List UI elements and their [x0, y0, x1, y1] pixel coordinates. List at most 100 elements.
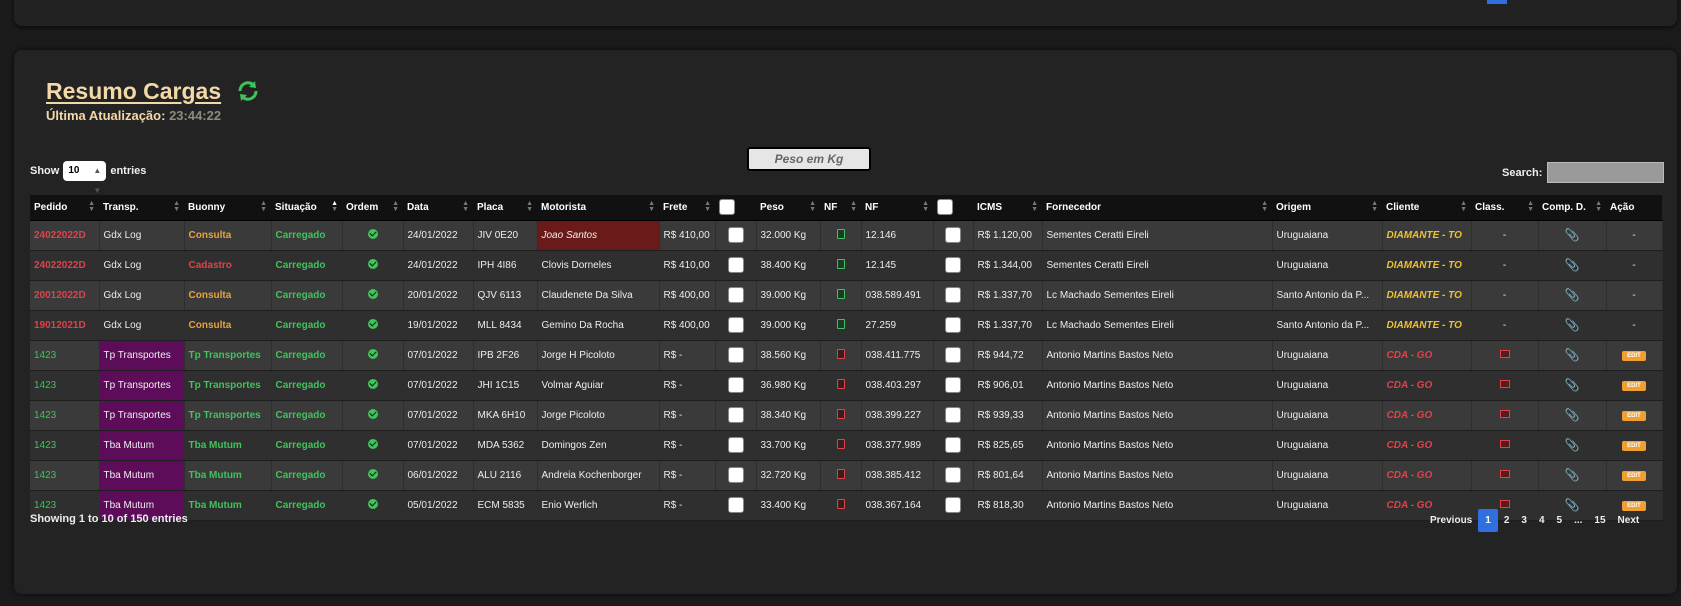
cell-check-2[interactable] [933, 460, 974, 491]
file-icon[interactable] [836, 408, 845, 419]
row-checkbox[interactable] [727, 287, 744, 303]
row-checkbox[interactable] [945, 287, 961, 303]
cell-check-1[interactable] [715, 250, 757, 281]
cell-nf-icon[interactable] [820, 340, 862, 371]
row-checkbox[interactable] [727, 377, 744, 393]
file-icon[interactable] [836, 288, 845, 299]
page-button[interactable]: 1 [1478, 509, 1498, 532]
row-checkbox[interactable] [945, 317, 961, 333]
cell-buonny[interactable]: Tp Transportes [184, 340, 272, 371]
cell-comp[interactable]: 📎 [1538, 280, 1607, 311]
row-checkbox[interactable] [727, 467, 744, 483]
edit-button[interactable]: EDIT [1622, 441, 1646, 451]
column-header-16[interactable]: Origem ▲ ▼ [1272, 195, 1382, 221]
cell-nf-icon[interactable] [820, 310, 862, 341]
cell-check-1[interactable] [715, 370, 757, 401]
row-checkbox[interactable] [945, 227, 961, 243]
edit-button[interactable]: EDIT [1622, 381, 1646, 391]
sort-icon[interactable]: ▲ ▼ [392, 200, 399, 213]
entries-select[interactable]: 10 ▲ ▼ [63, 161, 107, 195]
column-header-10[interactable]: Peso ▲ ▼ [756, 195, 820, 221]
sort-icon[interactable]: ▲ ▼ [1371, 200, 1378, 213]
sort-icon[interactable]: ▲ ▼ [1460, 200, 1467, 213]
row-checkbox[interactable] [727, 257, 744, 273]
cell-comp[interactable]: 📎 [1538, 250, 1607, 281]
column-header-0[interactable]: Pedido ▲ ▼ [30, 195, 99, 221]
sort-icon[interactable]: ▲ ▼ [1527, 200, 1534, 213]
cell-buonny[interactable]: Consulta [184, 220, 272, 251]
column-header-3[interactable]: Situação ▲ ▼ [271, 195, 342, 221]
table-icon[interactable] [1499, 439, 1510, 448]
cell-nf-icon[interactable] [820, 370, 862, 401]
cell-buonny[interactable]: Tp Transportes [184, 400, 272, 431]
table-icon[interactable] [1499, 469, 1510, 478]
file-icon[interactable] [836, 228, 845, 239]
select-all-checkbox[interactable] [719, 199, 735, 216]
column-header-4[interactable]: Ordem ▲ ▼ [342, 195, 403, 221]
search-input[interactable] [1547, 162, 1665, 183]
cell-check-2[interactable] [933, 490, 974, 521]
column-header-17[interactable]: Cliente ▲ ▼ [1382, 195, 1471, 221]
sort-icon[interactable]: ▲ ▼ [648, 200, 655, 213]
column-header-1[interactable]: Transp. ▲ ▼ [99, 195, 184, 221]
cell-nf-icon[interactable] [820, 400, 862, 431]
sort-icon[interactable]: ▲ ▼ [331, 200, 338, 213]
sort-icon[interactable]: ▲ ▼ [173, 200, 180, 213]
row-checkbox[interactable] [727, 497, 744, 513]
cell-check-1[interactable] [715, 430, 757, 461]
edit-button[interactable]: EDIT [1622, 411, 1646, 421]
sort-icon[interactable]: ▲ ▼ [809, 200, 816, 213]
row-checkbox[interactable] [727, 407, 744, 423]
column-header-5[interactable]: Data ▲ ▼ [403, 195, 473, 221]
column-header-7[interactable]: Motorista ▲ ▼ [537, 195, 659, 221]
next-page-button[interactable]: Next [1612, 509, 1646, 532]
column-header-19[interactable]: Comp. D. ▲ ▼ [1538, 195, 1606, 221]
top-pagination-indicator[interactable] [1487, 0, 1507, 4]
cell-class[interactable] [1471, 340, 1539, 371]
page-button[interactable]: 5 [1551, 509, 1569, 532]
cell-pedido[interactable]: 1423 [30, 370, 100, 401]
file-icon[interactable] [836, 258, 845, 269]
previous-page-button[interactable]: Previous [1424, 509, 1478, 532]
paperclip-icon[interactable]: 📎 [1565, 408, 1580, 422]
sort-icon[interactable]: ▲ ▼ [850, 200, 857, 213]
cell-pedido[interactable]: 24022022D [30, 220, 100, 251]
cell-buonny[interactable]: Tba Mutum [184, 430, 272, 461]
cell-acao[interactable]: EDIT [1606, 400, 1663, 431]
cell-pedido[interactable]: 20012022D [30, 280, 100, 311]
file-icon[interactable] [836, 468, 845, 479]
row-checkbox[interactable] [945, 257, 961, 273]
column-header-9[interactable] [715, 195, 756, 221]
cell-pedido[interactable]: 1423 [30, 340, 100, 371]
cell-nf-icon[interactable] [820, 430, 862, 461]
refresh-icon[interactable] [236, 79, 260, 103]
file-icon[interactable] [836, 348, 845, 359]
row-checkbox[interactable] [945, 347, 961, 363]
cell-check-2[interactable] [933, 280, 974, 311]
select-all-checkbox[interactable] [937, 199, 953, 216]
cell-pedido[interactable]: 1423 [30, 430, 100, 461]
cell-check-1[interactable] [715, 310, 757, 341]
cell-comp[interactable]: 📎 [1538, 310, 1607, 341]
table-icon[interactable] [1499, 379, 1510, 388]
cell-check-1[interactable] [715, 220, 757, 251]
paperclip-icon[interactable]: 📎 [1565, 258, 1580, 272]
cell-comp[interactable]: 📎 [1538, 340, 1607, 371]
cell-check-2[interactable] [933, 400, 974, 431]
cell-acao[interactable]: EDIT [1606, 430, 1663, 461]
column-header-14[interactable]: ICMS ▲ ▼ [973, 195, 1042, 221]
paperclip-icon[interactable]: 📎 [1565, 348, 1580, 362]
sort-icon[interactable]: ▲ ▼ [260, 200, 267, 213]
cell-pedido[interactable]: 19012021D [30, 310, 100, 341]
cell-acao[interactable]: EDIT [1606, 370, 1663, 401]
column-header-6[interactable]: Placa ▲ ▼ [473, 195, 537, 221]
edit-button[interactable]: EDIT [1622, 351, 1646, 361]
cell-nf-icon[interactable] [820, 460, 862, 491]
cell-check-1[interactable] [715, 340, 757, 371]
column-header-11[interactable]: NF ▲ ▼ [820, 195, 861, 221]
cell-check-1[interactable] [715, 490, 757, 521]
column-header-2[interactable]: Buonny ▲ ▼ [184, 195, 271, 221]
sort-icon[interactable]: ▲ ▼ [462, 200, 469, 213]
row-checkbox[interactable] [945, 407, 961, 423]
page-button[interactable]: 2 [1498, 509, 1516, 532]
